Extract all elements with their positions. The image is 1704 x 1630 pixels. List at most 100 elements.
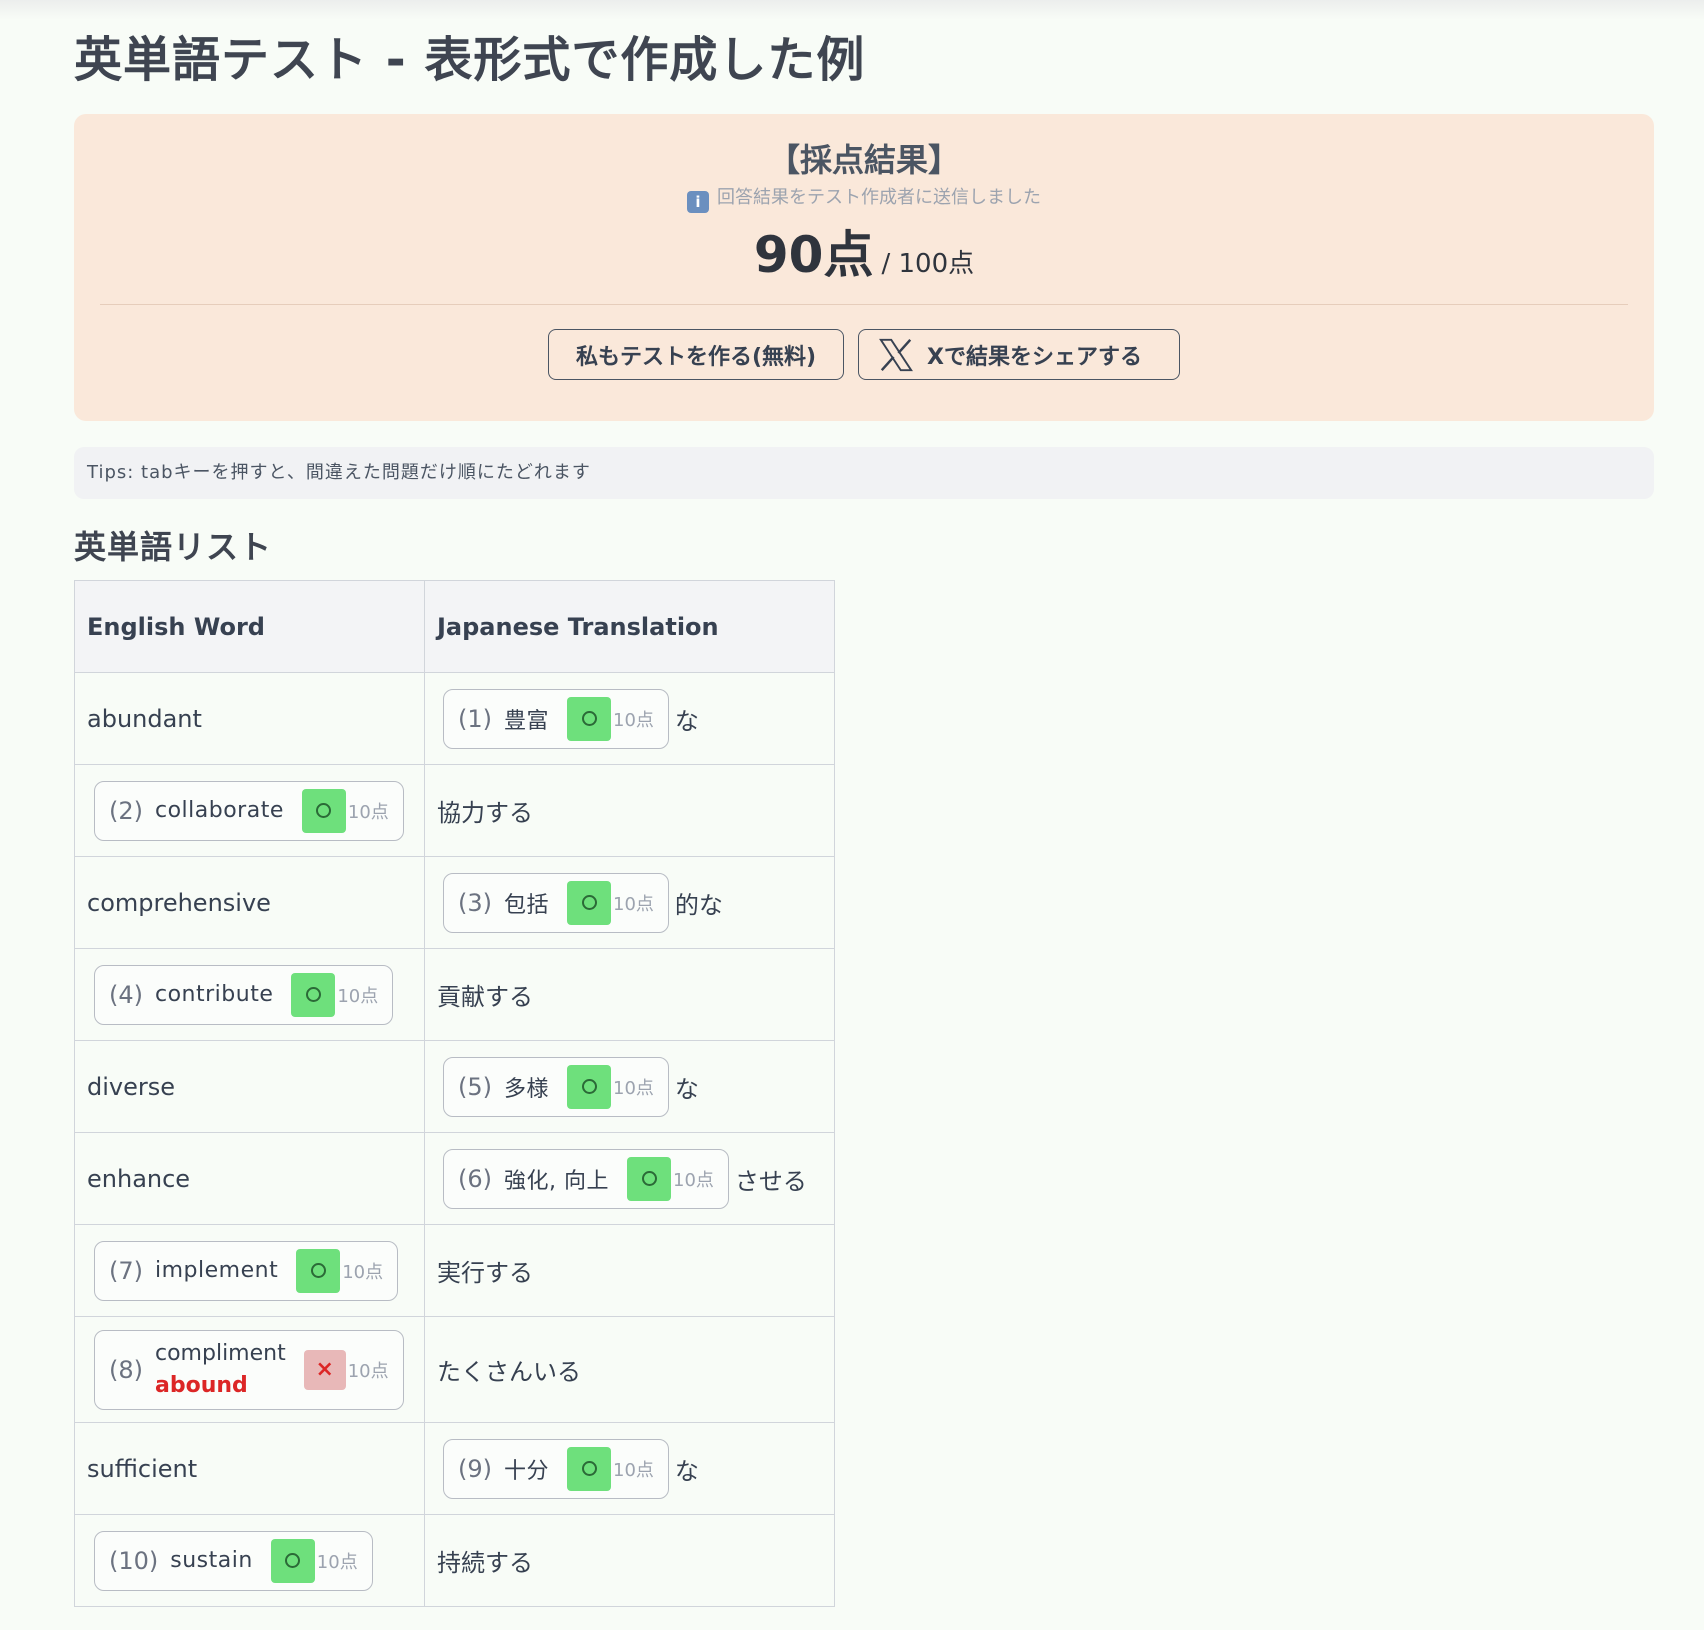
answer-value: collaborate [155, 798, 284, 823]
question-number: (7) [109, 1256, 143, 1285]
answer-field[interactable]: (4) contribute 10点 [94, 964, 394, 1025]
header-english: English Word [74, 580, 425, 673]
answer-field[interactable]: (2) collaborate 10点 [94, 780, 404, 841]
points: 10点 [613, 1459, 654, 1481]
info-icon: i [687, 191, 709, 213]
correct-mark [301, 788, 346, 833]
table-header-row: English Word Japanese Translation [74, 580, 835, 673]
japanese-cell: 協力する [424, 764, 835, 857]
circle-icon [310, 1263, 326, 1278]
header-japanese: Japanese Translation [424, 580, 835, 673]
english-cell: abundant [74, 672, 425, 765]
table-row: enhance (6) 強化, 向上 10点 させる [74, 1132, 835, 1225]
english-cell: (8) compliment abound × 10点 [74, 1316, 425, 1423]
answer-suffix: な [674, 1457, 699, 1485]
correct-mark [567, 880, 612, 925]
table-row: diverse (5) 多様 10点な [74, 1040, 835, 1133]
correct-mark [567, 696, 612, 741]
create-test-button[interactable]: 私もテストを作る(無料) [548, 329, 844, 380]
question-number: (2) [109, 796, 143, 825]
result-note: i 回答結果をテスト作成者に送信しました [100, 186, 1628, 213]
answer-field[interactable]: (5) 多様 10点 [443, 1056, 669, 1117]
english-cell: (4) contribute 10点 [74, 948, 425, 1041]
divider [100, 304, 1628, 305]
english-cell: (10) sustain 10点 [74, 1514, 425, 1607]
circle-icon [581, 1461, 597, 1476]
japanese-cell: (3) 包括 10点 的な [424, 856, 835, 949]
english-cell: diverse [74, 1040, 425, 1133]
table-row: (7) implement 10点 実行する [74, 1224, 835, 1317]
score-line: 90点/ 100点 [100, 220, 1628, 290]
question-number: (6) [458, 1164, 492, 1193]
result-card: 【採点結果】 i 回答結果をテスト作成者に送信しました 90点/ 100点 私もテ… [74, 114, 1654, 421]
circle-icon [581, 711, 597, 726]
answer-value: contribute [155, 982, 274, 1007]
correct-mark [567, 1064, 612, 1109]
word-table: English Word Japanese Translation abunda… [74, 580, 835, 1607]
english-cell: sufficient [74, 1422, 425, 1515]
wrong-answer: compliment [155, 1340, 286, 1366]
answer-field[interactable]: (10) sustain 10点 [94, 1530, 373, 1591]
answer-value: 多様 [504, 1076, 550, 1102]
word-list-title: 英単語リスト [74, 528, 273, 566]
english-cell: enhance [74, 1132, 425, 1225]
table-row: comprehensive (3) 包括 10点 的な [74, 856, 835, 949]
table-row: abundant (1) 豊富 10点な [74, 672, 835, 765]
answer-field[interactable]: (8) compliment abound × 10点 [94, 1329, 404, 1410]
question-number: (8) [109, 1355, 143, 1384]
points: 10点 [347, 1360, 389, 1382]
question-number: (4) [109, 980, 143, 1009]
result-actions: 私もテストを作る(無料) Xで結果をシェアする [100, 329, 1628, 380]
answer-value: 強化, 向上 [504, 1168, 609, 1194]
answer-field[interactable]: (7) implement 10点 [94, 1240, 399, 1301]
table-row: (8) compliment abound × 10点 たくさんいる [74, 1316, 835, 1423]
table-row: (2) collaborate 10点 協力する [74, 764, 835, 857]
points: 10点 [613, 893, 654, 915]
english-cell: (2) collaborate 10点 [74, 764, 425, 857]
answer-value: sustain [170, 1548, 253, 1573]
result-heading: 【採点結果】 [767, 141, 960, 179]
japanese-cell: (6) 強化, 向上 10点 させる [424, 1132, 835, 1225]
points: 10点 [613, 709, 654, 731]
share-x-label: Xで結果をシェアする [927, 344, 1142, 370]
question-number: (10) [109, 1546, 159, 1575]
correct-mark [627, 1156, 671, 1201]
x-logo-icon [879, 338, 913, 371]
answer-suffix: 的な [674, 891, 723, 919]
japanese-cell: たくさんいる [424, 1316, 835, 1423]
answer-value: implement [155, 1258, 279, 1283]
japanese-cell: (1) 豊富 10点な [424, 672, 835, 765]
japanese-cell: 実行する [424, 1224, 835, 1317]
correct-answer: abound [155, 1372, 248, 1398]
cross-icon: × [303, 1349, 346, 1390]
score-total: / 100点 [881, 249, 975, 279]
answer-field[interactable]: (6) 強化, 向上 10点 [443, 1148, 729, 1209]
share-x-button[interactable]: Xで結果をシェアする [858, 329, 1180, 380]
table-row: (4) contribute 10点 貢献する [74, 948, 835, 1041]
answer-value: 豊富 [504, 708, 550, 734]
answer-suffix: な [674, 707, 699, 735]
page: 英単語テスト - 表形式で作成した例 【採点結果】 i 回答結果をテスト作成者に送… [74, 0, 1654, 1607]
correct-mark [567, 1446, 612, 1491]
answer-field[interactable]: (9) 十分 10点 [443, 1438, 669, 1499]
create-test-label: 私もテストを作る(無料) [575, 344, 817, 370]
japanese-cell: 貢献する [424, 948, 835, 1041]
question-number: (5) [458, 1072, 492, 1101]
english-cell: (7) implement 10点 [74, 1224, 425, 1317]
answer-value: 包括 [504, 892, 550, 918]
answer-field[interactable]: (3) 包括 10点 [443, 872, 669, 933]
question-number: (1) [458, 704, 492, 733]
tips-bar: Tips: tabキーを押すと、間違えた問題だけ順にたどれます [74, 447, 1654, 499]
japanese-cell: 持続する [424, 1514, 835, 1607]
answer-field[interactable]: (1) 豊富 10点 [443, 688, 669, 749]
score: 90点 [753, 226, 874, 284]
circle-icon [285, 1553, 301, 1568]
japanese-cell: (5) 多様 10点な [424, 1040, 835, 1133]
japanese-cell: (9) 十分 10点な [424, 1422, 835, 1515]
circle-icon [305, 987, 321, 1002]
circle-icon [316, 803, 332, 818]
question-number: (9) [458, 1454, 492, 1483]
points: 10点 [673, 1169, 714, 1191]
page-title: 英単語テスト - 表形式で作成した例 [74, 32, 866, 88]
correct-mark [296, 1248, 341, 1293]
